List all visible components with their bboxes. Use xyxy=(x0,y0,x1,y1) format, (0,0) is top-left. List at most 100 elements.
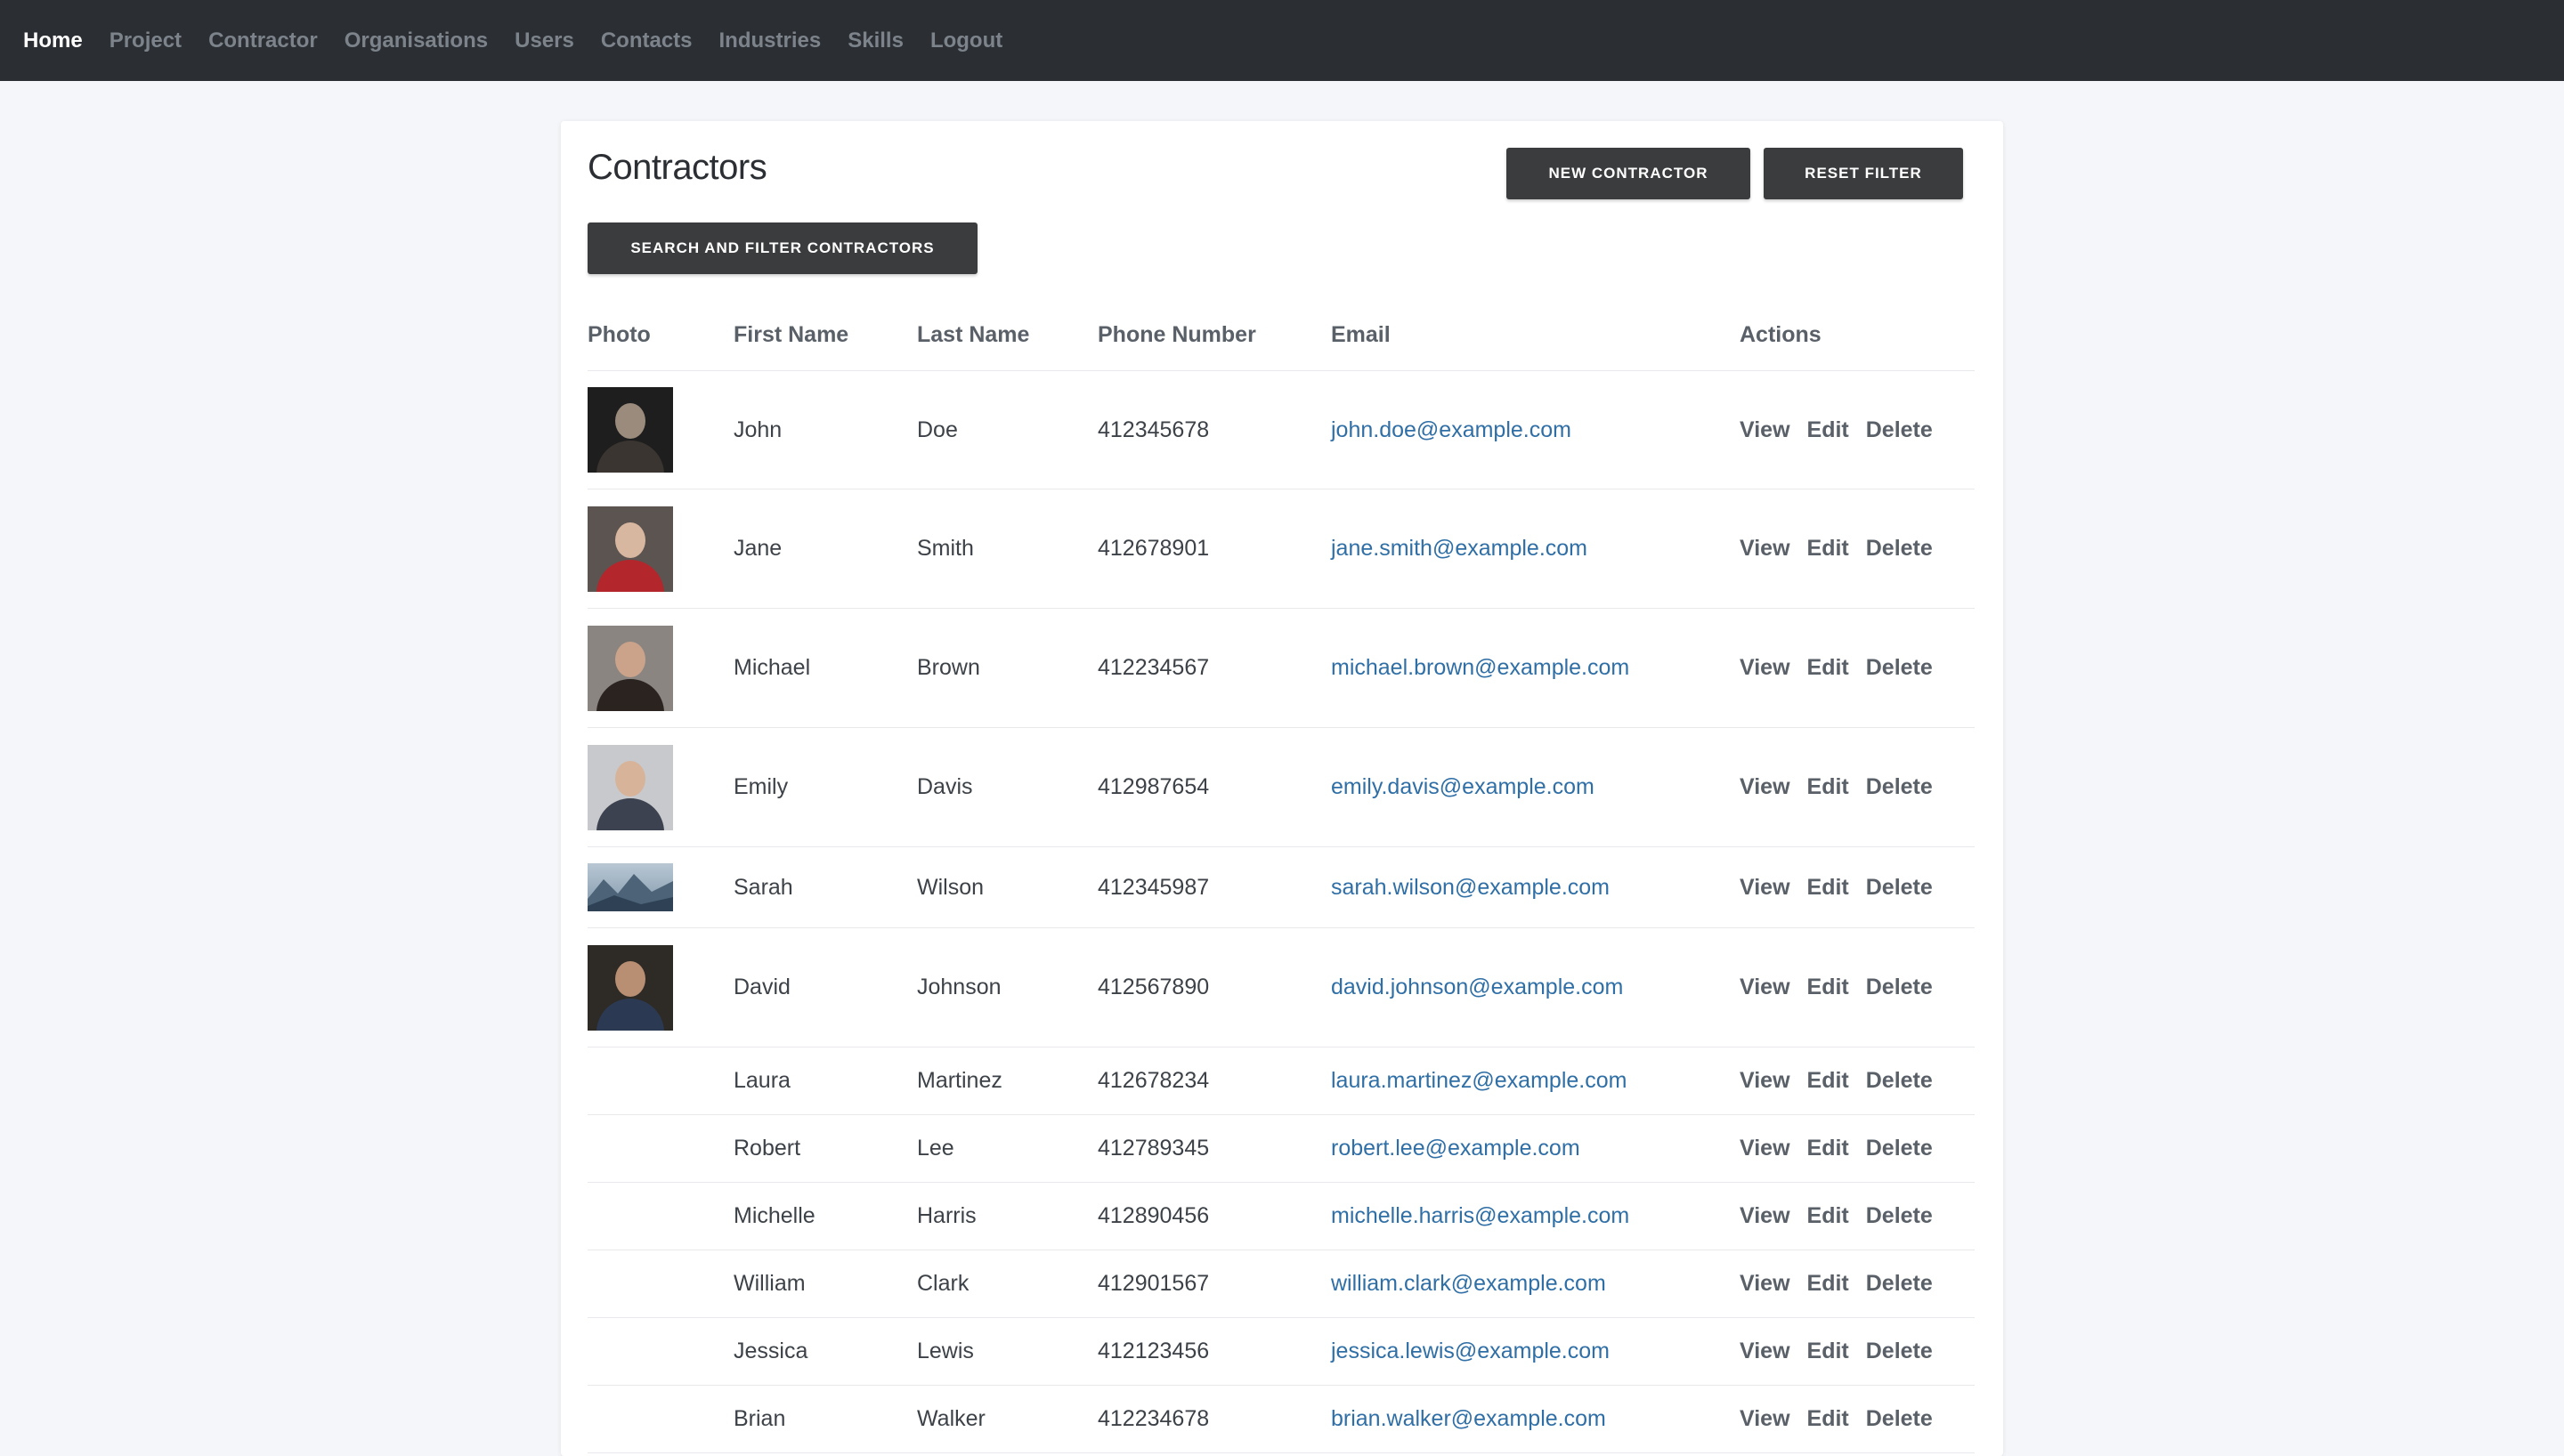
last-name-cell: Johnson xyxy=(917,975,1002,999)
table-row: Robert Lee 412789345 robert.lee@example.com… xyxy=(588,1115,1975,1183)
reset-filter-button[interactable]: RESET FILTER xyxy=(1764,148,1963,199)
delete-link[interactable]: Delete xyxy=(1866,1136,1933,1161)
delete-link[interactable]: Delete xyxy=(1866,975,1933,1000)
edit-link[interactable]: Edit xyxy=(1807,417,1849,443)
photo-body xyxy=(596,441,664,473)
edit-link[interactable]: Edit xyxy=(1807,1406,1849,1432)
table-row: Brian Walker 412234678 brian.walker@example… xyxy=(588,1386,1975,1453)
nav-industries[interactable]: Industries xyxy=(719,28,822,53)
nav-organisations[interactable]: Organisations xyxy=(345,28,488,53)
table-row: Michelle Harris 412890456 michelle.harris@e… xyxy=(588,1183,1975,1250)
delete-link[interactable]: Delete xyxy=(1866,875,1933,901)
photo-head xyxy=(615,522,645,558)
view-link[interactable]: View xyxy=(1740,655,1790,681)
table-row: William Clark 412901567 william.clark@examp… xyxy=(588,1250,1975,1318)
nav-skills[interactable]: Skills xyxy=(848,28,904,53)
actions-cell: View Edit Delete xyxy=(1740,774,1975,800)
email-link[interactable]: william.clark@example.com xyxy=(1331,1271,1606,1296)
email-link[interactable]: laura.martinez@example.com xyxy=(1331,1068,1627,1093)
last-name-cell: Lewis xyxy=(917,1339,974,1363)
email-link[interactable]: brian.walker@example.com xyxy=(1331,1406,1606,1431)
first-name-cell: Emily xyxy=(734,774,789,799)
nav-contacts[interactable]: Contacts xyxy=(601,28,693,53)
view-link[interactable]: View xyxy=(1740,1136,1790,1161)
new-contractor-button[interactable]: NEW CONTRACTOR xyxy=(1506,148,1750,199)
first-name-cell: Jessica xyxy=(734,1339,808,1363)
nav-contractor[interactable]: Contractor xyxy=(208,28,318,53)
nav-logout[interactable]: Logout xyxy=(930,28,1002,53)
email-link[interactable]: robert.lee@example.com xyxy=(1331,1136,1580,1161)
view-link[interactable]: View xyxy=(1740,875,1790,901)
delete-link[interactable]: Delete xyxy=(1866,1068,1933,1094)
view-link[interactable]: View xyxy=(1740,1203,1790,1229)
delete-link[interactable]: Delete xyxy=(1866,1406,1933,1432)
last-name-cell: Davis xyxy=(917,774,973,799)
contractor-photo xyxy=(588,944,673,1031)
email-link[interactable]: john.doe@example.com xyxy=(1331,417,1571,442)
phone-cell: 412345987 xyxy=(1098,874,1210,900)
email-cell: laura.martinez@example.com xyxy=(1331,1068,1740,1094)
email-link[interactable]: david.johnson@example.com xyxy=(1331,975,1623,999)
delete-link[interactable]: Delete xyxy=(1866,417,1933,443)
edit-link[interactable]: Edit xyxy=(1807,1203,1849,1229)
email-link[interactable]: sarah.wilson@example.com xyxy=(1331,875,1610,900)
actions-cell: View Edit Delete xyxy=(1740,1271,1975,1297)
photo-cell xyxy=(588,944,734,1031)
email-cell: michelle.harris@example.com xyxy=(1331,1203,1740,1229)
first-name-cell: Brian xyxy=(734,1406,786,1431)
view-link[interactable]: View xyxy=(1740,1406,1790,1432)
first-name-cell: David xyxy=(734,975,791,999)
table-row: Emily Davis 412987654 emily.davis@example.c… xyxy=(588,728,1975,847)
email-cell: robert.lee@example.com xyxy=(1331,1136,1740,1161)
view-link[interactable]: View xyxy=(1740,417,1790,443)
photo-cell xyxy=(588,625,734,711)
table-row: David Johnson 412567890 david.johnson@examp… xyxy=(588,928,1975,1048)
email-link[interactable]: michelle.harris@example.com xyxy=(1331,1203,1629,1228)
delete-link[interactable]: Delete xyxy=(1866,1339,1933,1364)
email-link[interactable]: emily.davis@example.com xyxy=(1331,774,1594,799)
nav-project[interactable]: Project xyxy=(110,28,182,53)
view-link[interactable]: View xyxy=(1740,536,1790,562)
actions-cell: View Edit Delete xyxy=(1740,975,1975,1000)
edit-link[interactable]: Edit xyxy=(1807,1271,1849,1297)
nav-users[interactable]: Users xyxy=(515,28,574,53)
last-name-cell: Lee xyxy=(917,1136,954,1161)
delete-link[interactable]: Delete xyxy=(1866,1271,1933,1297)
phone-cell: 412987654 xyxy=(1098,774,1210,799)
table-row: John Doe 412345678 john.doe@example.com View… xyxy=(588,371,1975,489)
email-link[interactable]: jessica.lewis@example.com xyxy=(1331,1339,1610,1363)
search-filter-button[interactable]: SEARCH AND FILTER CONTRACTORS xyxy=(588,222,978,274)
edit-link[interactable]: Edit xyxy=(1807,975,1849,1000)
delete-link[interactable]: Delete xyxy=(1866,774,1933,800)
view-link[interactable]: View xyxy=(1740,1271,1790,1297)
photo-head xyxy=(615,403,645,439)
view-link[interactable]: View xyxy=(1740,1068,1790,1094)
actions-cell: View Edit Delete xyxy=(1740,655,1975,681)
phone-cell: 412234567 xyxy=(1098,655,1210,680)
table-header: Photo First Name Last Name Phone Number … xyxy=(588,299,1975,371)
edit-link[interactable]: Edit xyxy=(1807,536,1849,562)
photo-body xyxy=(596,678,664,711)
view-link[interactable]: View xyxy=(1740,1339,1790,1364)
first-name-cell: Laura xyxy=(734,1068,791,1093)
edit-link[interactable]: Edit xyxy=(1807,1068,1849,1094)
view-link[interactable]: View xyxy=(1740,774,1790,800)
actions-cell: View Edit Delete xyxy=(1740,1068,1975,1094)
edit-link[interactable]: Edit xyxy=(1807,1339,1849,1364)
view-link[interactable]: View xyxy=(1740,975,1790,1000)
actions-cell: View Edit Delete xyxy=(1740,417,1975,443)
photo-cell xyxy=(588,506,734,592)
actions-cell: View Edit Delete xyxy=(1740,875,1975,901)
edit-link[interactable]: Edit xyxy=(1807,774,1849,800)
delete-link[interactable]: Delete xyxy=(1866,1203,1933,1229)
contractors-table: Photo First Name Last Name Phone Number … xyxy=(588,299,1975,1453)
delete-link[interactable]: Delete xyxy=(1866,536,1933,562)
edit-link[interactable]: Edit xyxy=(1807,1136,1849,1161)
nav-home[interactable]: Home xyxy=(23,28,83,53)
delete-link[interactable]: Delete xyxy=(1866,655,1933,681)
edit-link[interactable]: Edit xyxy=(1807,655,1849,681)
photo-body xyxy=(596,797,664,830)
email-link[interactable]: michael.brown@example.com xyxy=(1331,655,1629,680)
email-link[interactable]: jane.smith@example.com xyxy=(1331,536,1587,561)
edit-link[interactable]: Edit xyxy=(1807,875,1849,901)
